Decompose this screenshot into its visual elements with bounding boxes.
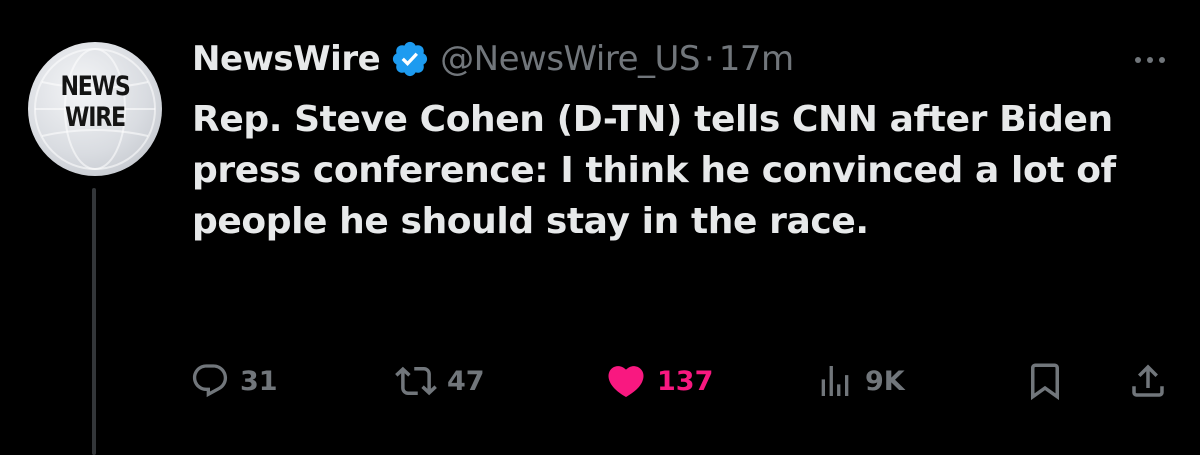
share-icon <box>1132 364 1164 397</box>
retweet-icon <box>395 366 437 396</box>
tweet-text: Rep. Steve Cohen (D-TN) tells CNN after … <box>192 99 1116 242</box>
reply-button[interactable]: 31 <box>190 356 278 406</box>
display-name[interactable]: NewsWire <box>192 39 381 79</box>
share-button[interactable] <box>1127 356 1169 406</box>
like-count: 137 <box>657 365 714 397</box>
avatar[interactable]: NEWS WIRE <box>28 42 162 176</box>
retweet-button[interactable]: 47 <box>395 356 485 406</box>
more-horizontal-icon[interactable] <box>1130 50 1170 70</box>
views-bar-chart-icon <box>821 366 849 396</box>
thread-line <box>92 188 96 455</box>
like-button[interactable]: 137 <box>605 356 713 406</box>
user-handle[interactable]: @NewsWire_US <box>440 39 700 79</box>
reply-icon <box>192 364 228 398</box>
logo-text-wire: WIRE <box>65 102 126 133</box>
action-bar: 31 47 137 9K <box>0 356 1200 406</box>
timestamp[interactable]: 17m <box>719 39 794 79</box>
heart-filled-icon <box>608 366 644 398</box>
logo-text-news: NEWS <box>60 71 130 102</box>
verified-badge-icon[interactable] <box>390 39 430 79</box>
views-button[interactable]: 9K <box>815 356 905 406</box>
reply-count: 31 <box>240 365 278 397</box>
views-count: 9K <box>865 365 905 397</box>
bookmark-icon <box>1031 363 1059 401</box>
bookmark-button[interactable] <box>1024 356 1066 406</box>
retweet-count: 47 <box>447 365 485 397</box>
separator-dot: · <box>703 39 715 79</box>
tweet-header: NewsWire @NewsWire_US · 17m <box>192 34 794 84</box>
